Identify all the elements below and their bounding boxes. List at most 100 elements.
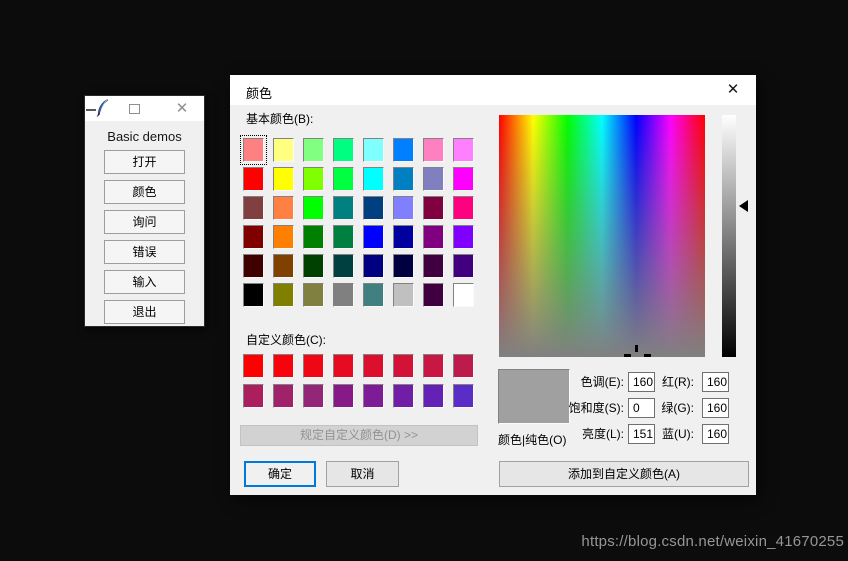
dialog-title: 颜色 xyxy=(246,83,272,102)
hue-saturation-field[interactable] xyxy=(499,115,705,357)
color-swatch[interactable] xyxy=(243,384,264,408)
maximize-button[interactable] xyxy=(129,104,140,114)
color-swatch[interactable] xyxy=(273,283,294,307)
color-swatch[interactable] xyxy=(423,354,444,378)
color-swatch[interactable] xyxy=(393,384,414,408)
color-swatch[interactable] xyxy=(363,225,384,249)
color-swatch[interactable] xyxy=(453,167,474,191)
luminance-slider[interactable] xyxy=(722,115,736,357)
color-swatch[interactable] xyxy=(303,283,324,307)
color-swatch[interactable] xyxy=(303,354,324,378)
color-swatch[interactable] xyxy=(423,384,444,408)
color-swatch[interactable] xyxy=(303,384,324,408)
luminance-arrow-icon[interactable] xyxy=(739,200,748,212)
color-swatch[interactable] xyxy=(363,283,384,307)
color-swatch[interactable] xyxy=(453,254,474,278)
color-crosshair-icon xyxy=(644,354,651,357)
saturation-label: 饱和度(S): xyxy=(499,398,628,418)
color-swatch[interactable] xyxy=(303,254,324,278)
color-swatch[interactable] xyxy=(423,138,444,162)
saturation-input[interactable] xyxy=(628,398,655,418)
color-swatch[interactable] xyxy=(243,225,264,249)
color-swatch[interactable] xyxy=(363,384,384,408)
blue-label: 蓝(U): xyxy=(655,424,702,444)
color-swatch[interactable] xyxy=(303,138,324,162)
close-button[interactable]: ✕ xyxy=(171,98,193,119)
color-swatch[interactable] xyxy=(423,167,444,191)
color-swatch[interactable] xyxy=(333,225,354,249)
open-button[interactable]: 打开 xyxy=(104,150,185,174)
color-swatch[interactable] xyxy=(393,138,414,162)
color-swatch[interactable] xyxy=(273,196,294,220)
blue-input[interactable] xyxy=(702,424,729,444)
color-swatch[interactable] xyxy=(243,283,264,307)
color-swatch[interactable] xyxy=(363,254,384,278)
color-swatch[interactable] xyxy=(393,254,414,278)
input-button[interactable]: 输入 xyxy=(104,270,185,294)
color-swatch[interactable] xyxy=(423,254,444,278)
color-swatch[interactable] xyxy=(453,225,474,249)
ask-button[interactable]: 询问 xyxy=(104,210,185,234)
green-label: 绿(G): xyxy=(655,398,702,418)
cancel-button[interactable]: 取消 xyxy=(326,461,399,487)
color-swatch[interactable] xyxy=(363,196,384,220)
color-swatch[interactable] xyxy=(423,283,444,307)
color-swatch[interactable] xyxy=(273,167,294,191)
color-swatch[interactable] xyxy=(333,254,354,278)
color-swatch[interactable] xyxy=(273,254,294,278)
color-swatch[interactable] xyxy=(363,167,384,191)
color-swatch[interactable] xyxy=(333,167,354,191)
color-swatch[interactable] xyxy=(243,196,264,220)
quit-button[interactable]: 退出 xyxy=(104,300,185,324)
green-input[interactable] xyxy=(702,398,729,418)
color-swatch[interactable] xyxy=(393,225,414,249)
color-swatch[interactable] xyxy=(423,196,444,220)
color-swatch[interactable] xyxy=(363,138,384,162)
red-label: 红(R): xyxy=(655,372,702,392)
color-swatch[interactable] xyxy=(393,354,414,378)
color-swatch[interactable] xyxy=(303,225,324,249)
color-swatch[interactable] xyxy=(333,196,354,220)
color-swatch[interactable] xyxy=(453,384,474,408)
color-swatch[interactable] xyxy=(273,354,294,378)
color-swatch[interactable] xyxy=(453,283,474,307)
watermark-text: https://blog.csdn.net/weixin_41670255 xyxy=(581,533,844,550)
color-swatch[interactable] xyxy=(453,196,474,220)
color-swatch[interactable] xyxy=(243,138,264,162)
basic-colors-label: 基本颜色(B): xyxy=(246,110,313,127)
color-swatch[interactable] xyxy=(333,384,354,408)
color-swatch[interactable] xyxy=(273,384,294,408)
basic-colors-grid xyxy=(243,138,474,307)
color-swatch[interactable] xyxy=(363,354,384,378)
color-swatch[interactable] xyxy=(273,138,294,162)
custom-colors-label: 自定义颜色(C): xyxy=(246,331,326,348)
dialog-close-button[interactable]: ✕ xyxy=(714,75,752,105)
color-swatch[interactable] xyxy=(393,196,414,220)
color-swatch[interactable] xyxy=(333,283,354,307)
color-swatch[interactable] xyxy=(303,196,324,220)
color-swatch[interactable] xyxy=(393,283,414,307)
color-swatch[interactable] xyxy=(393,167,414,191)
color-swatch[interactable] xyxy=(453,354,474,378)
color-crosshair-icon xyxy=(624,354,631,357)
color-swatch[interactable] xyxy=(243,167,264,191)
color-swatch[interactable] xyxy=(333,138,354,162)
color-swatch[interactable] xyxy=(453,138,474,162)
color-swatch[interactable] xyxy=(333,354,354,378)
color-dialog-titlebar[interactable]: 颜色 ✕ xyxy=(230,75,756,105)
error-button[interactable]: 错误 xyxy=(104,240,185,264)
red-input[interactable] xyxy=(702,372,729,392)
demo-window-titlebar[interactable]: ✕ xyxy=(85,96,204,121)
color-dialog: 颜色 ✕ 基本颜色(B): 自定义颜色(C): 规定自定义颜色(D) >> 确定… xyxy=(230,75,756,495)
color-swatch[interactable] xyxy=(273,225,294,249)
add-to-custom-colors-button[interactable]: 添加到自定义颜色(A) xyxy=(499,461,749,487)
color-swatch[interactable] xyxy=(303,167,324,191)
luminance-input[interactable] xyxy=(628,424,655,444)
color-button[interactable]: 颜色 xyxy=(104,180,185,204)
color-swatch[interactable] xyxy=(423,225,444,249)
ok-button[interactable]: 确定 xyxy=(244,461,316,487)
color-swatch[interactable] xyxy=(243,354,264,378)
color-swatch[interactable] xyxy=(243,254,264,278)
demo-window: ✕ Basic demos 打开 颜色 询问 错误 输入 退出 xyxy=(84,95,205,327)
hue-input[interactable] xyxy=(628,372,655,392)
